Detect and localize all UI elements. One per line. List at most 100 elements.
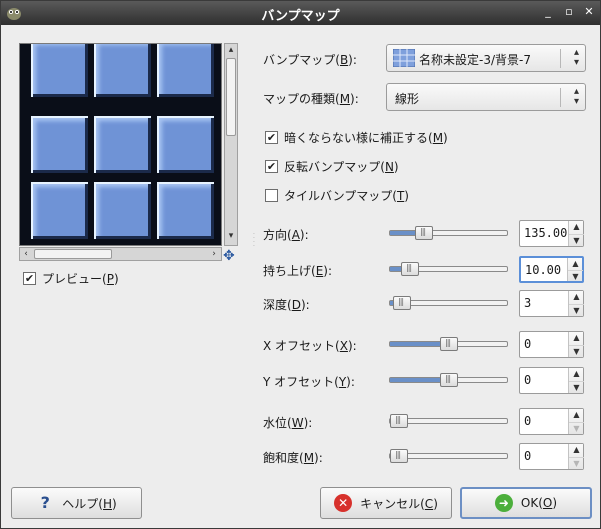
scrollbar-thumb[interactable] [226,58,236,136]
slider-fill [390,231,417,235]
param-spinbutton[interactable]: 10.00 ▲ ▼ [519,256,584,283]
ok-icon: ➜ [494,494,513,512]
preview-image[interactable] [19,43,222,246]
maptype-label: マップの種類(M): [263,92,359,106]
increment-icon[interactable]: ▲ [569,368,584,381]
param-slider[interactable] [389,337,508,351]
preview-checkbox[interactable]: ✔ [23,272,36,285]
param-spinbutton[interactable]: 135.00 ▲ ▼ [519,220,584,247]
preview-vertical-scrollbar[interactable]: ▾ ▴ [224,43,238,246]
combo-arrows-icon: ▴ ▾ [573,47,579,68]
param-spinbutton[interactable]: 0 ▲ ▼ [519,367,584,394]
tile-bumpmap-toggle[interactable]: タイルバンプマップ(T) [265,187,409,204]
title-bar[interactable]: バンプマップ _ ▫ ✕ [1,1,600,25]
preview-tile [94,116,151,173]
param-value[interactable]: 0 [524,414,531,428]
decrement-icon[interactable]: ▼ [569,303,584,317]
slider-handle[interactable] [390,449,408,463]
param-value[interactable]: 0 [524,337,531,351]
param-slider[interactable] [389,296,508,310]
param-value[interactable]: 135.00 [524,226,567,240]
cancel-label: キャンセル(C) [360,496,438,511]
pane-separator[interactable]: · · · · [253,232,257,251]
navigate-move-icon[interactable]: ✥ [223,249,237,263]
bumpmap-value: 名称未設定-3/背景-7 [419,53,531,67]
slider-fill [390,342,442,346]
preview-tile [157,44,214,97]
param-spinbutton[interactable]: 0 ▲ ▼ [519,331,584,358]
param-slider[interactable] [389,414,508,428]
increment-icon[interactable]: ▲ [569,221,584,234]
param-slider[interactable] [389,226,508,240]
slider-handle[interactable] [393,296,411,310]
minimize-icon[interactable]: _ [541,5,555,19]
param-label: 持ち上げ(E): [263,264,333,278]
option-label: タイルバンプマップ(T) [284,189,409,203]
preview-toggle[interactable]: ✔ プレビュー(P) [23,270,119,287]
increment-icon[interactable]: ▲ [569,291,584,304]
decrement-icon[interactable]: ▼ [569,233,584,247]
close-icon[interactable]: ✕ [582,5,596,19]
param-slider[interactable] [389,373,508,387]
slider-handle[interactable] [415,226,433,240]
invert-checkbox[interactable]: ✔ [265,160,278,173]
slider-handle[interactable] [440,337,458,351]
increment-icon[interactable]: ▲ [569,444,584,457]
param-label: 水位(W): [263,416,313,430]
spin-buttons: ▲ ▼ [568,409,584,435]
scroll-left-icon[interactable]: ‹ [20,248,32,260]
compensate-checkbox[interactable]: ✔ [265,131,278,144]
spin-buttons: ▲ ▼ [568,291,584,317]
scroll-right-icon[interactable]: › [208,248,220,260]
combo-arrows-icon: ▴ ▾ [573,86,579,107]
cancel-icon: ✕ [334,494,353,512]
scrollbar-thumb[interactable] [34,249,112,259]
option-label: 反転バンプマップ(N) [284,160,399,174]
preview-horizontal-scrollbar[interactable]: ‹ › [19,247,222,261]
ok-button[interactable]: ➜ OK(O) [460,487,592,519]
preview-tile [31,116,88,173]
param-spinbutton[interactable]: 0 ▲ ▼ [519,408,584,435]
increment-icon[interactable]: ▲ [568,258,583,270]
bumpmap-dialog: バンプマップ _ ▫ ✕ ▾ ▴ ‹ › ✥ ✔ プレビュー(P) バンプマップ… [0,0,601,529]
param-spinbutton[interactable]: 3 ▲ ▼ [519,290,584,317]
preview-tile [31,44,88,97]
decrement-icon[interactable]: ▼ [569,456,584,470]
ok-label: OK(O) [520,496,558,510]
bumpmap-select[interactable]: 名称未設定-3/背景-7 ▴ ▾ [386,44,586,72]
help-label: ヘルプ(H) [62,496,117,511]
param-label: 方向(A): [263,228,309,242]
help-button[interactable]: ? ヘルプ(H) [11,487,142,519]
param-value[interactable]: 0 [524,373,531,387]
param-spinbutton[interactable]: 0 ▲ ▼ [519,443,584,470]
decrement-icon[interactable]: ▼ [568,269,583,282]
spin-buttons: ▲ ▼ [568,332,584,358]
scroll-up-icon[interactable]: ▴ [225,44,237,56]
decrement-icon[interactable]: ▼ [569,344,584,358]
slider-handle[interactable] [440,373,458,387]
scroll-down-icon[interactable]: ▾ [225,230,237,242]
decrement-icon[interactable]: ▼ [569,421,584,435]
param-slider[interactable] [389,262,508,276]
maptype-select[interactable]: 線形 ▴ ▾ [386,83,586,111]
preview-label: プレビュー(P) [42,272,119,286]
invert-bumpmap-toggle[interactable]: ✔ 反転バンプマップ(N) [265,158,399,175]
param-label: Y オフセット(Y): [263,375,355,389]
increment-icon[interactable]: ▲ [569,409,584,422]
slider-handle[interactable] [401,262,419,276]
tile-checkbox[interactable] [265,189,278,202]
option-label: 暗くならない様に補正する(M) [284,131,448,145]
cancel-button[interactable]: ✕ キャンセル(C) [320,487,452,519]
param-value[interactable]: 3 [524,296,531,310]
spin-buttons: ▲ ▼ [568,221,584,247]
param-slider[interactable] [389,449,508,463]
increment-icon[interactable]: ▲ [569,332,584,345]
param-value[interactable]: 0 [524,449,531,463]
param-value[interactable]: 10.00 [525,263,561,277]
slider-handle[interactable] [390,414,408,428]
decrement-icon[interactable]: ▼ [569,380,584,394]
maximize-icon[interactable]: ▫ [562,5,576,19]
compensate-darkening-toggle[interactable]: ✔ 暗くならない様に補正する(M) [265,129,448,146]
spin-buttons: ▲ ▼ [567,258,583,282]
preview-tile [94,182,151,239]
